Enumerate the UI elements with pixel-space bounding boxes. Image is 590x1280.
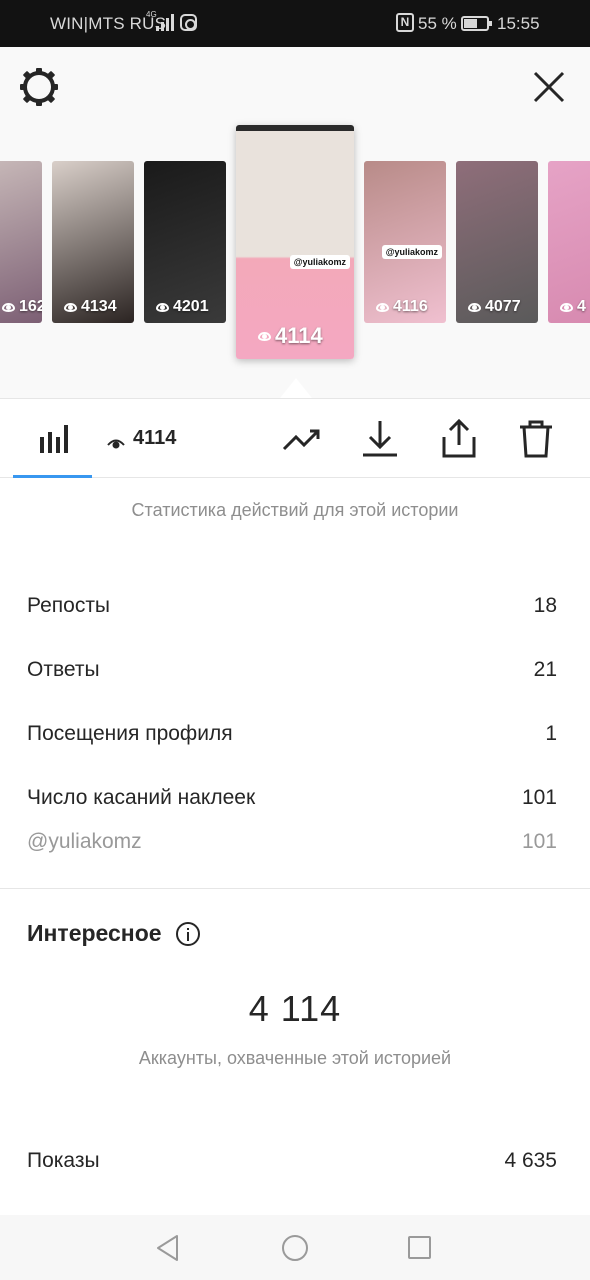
system-navigation-bar bbox=[0, 1215, 590, 1280]
reach-label: Аккаунты, охваченные этой историей bbox=[138, 1048, 452, 1068]
story-view-count: 4116 bbox=[376, 298, 428, 316]
stats-subtitle: Статистика действий для этой истории bbox=[131, 500, 459, 520]
info-icon[interactable] bbox=[175, 921, 200, 946]
story-thumbnail-selected[interactable]: @yuliakomz 4114 bbox=[236, 125, 354, 359]
eye-icon bbox=[258, 331, 271, 341]
nfc-icon: N bbox=[396, 13, 414, 32]
story-thumbnail[interactable]: 162 bbox=[0, 161, 42, 323]
story-thumbnails-carousel[interactable]: 162 4134 4201 @yuliakomz 4114 @yuliakomz 4116 4… bbox=[0, 47, 590, 398]
eye-icon bbox=[468, 302, 481, 312]
view-count-number: 4114 bbox=[275, 323, 323, 348]
viewers-button[interactable]: 4114 bbox=[107, 427, 176, 450]
share-icon[interactable] bbox=[440, 418, 478, 464]
story-view-count: 4077 bbox=[468, 298, 521, 316]
view-count-number: 4077 bbox=[485, 298, 521, 315]
eye-icon bbox=[2, 302, 15, 312]
view-count-number: 4134 bbox=[81, 298, 117, 315]
instagram-notification-icon bbox=[180, 14, 197, 31]
view-count-number: 4116 bbox=[393, 298, 428, 315]
stat-value: 18 bbox=[533, 594, 557, 617]
stat-row-reposts: Репосты 18 bbox=[27, 594, 557, 658]
stat-value: 101 bbox=[521, 786, 557, 809]
story-thumbnail[interactable]: @yuliakomz 4116 bbox=[364, 161, 446, 323]
stat-value: 21 bbox=[533, 658, 557, 681]
stat-label: Ответы bbox=[27, 658, 100, 681]
story-thumbnail[interactable]: 4 bbox=[548, 161, 590, 323]
story-view-count: 162 bbox=[2, 298, 42, 316]
section-divider bbox=[0, 888, 590, 889]
impressions-label: Показы bbox=[27, 1149, 100, 1172]
view-count-number: 4 bbox=[577, 298, 586, 315]
battery-icon bbox=[461, 16, 492, 31]
actions-stats-list: Репосты 18 Ответы 21 Посещения профиля 1… bbox=[27, 594, 557, 880]
eye-icon bbox=[156, 302, 169, 312]
stat-label: @yuliakomz bbox=[27, 830, 142, 853]
stat-value: 1 bbox=[545, 722, 557, 745]
stat-label: Посещения профиля bbox=[27, 722, 233, 745]
eye-icon bbox=[560, 302, 573, 312]
active-tab-indicator bbox=[13, 475, 92, 478]
recent-apps-square-icon[interactable] bbox=[408, 1236, 431, 1259]
reach-count: 4 114 bbox=[248, 988, 342, 1029]
eye-icon bbox=[376, 302, 389, 312]
stat-row-mention-sticker: @yuliakomz 101 bbox=[27, 830, 557, 880]
home-circle-icon[interactable] bbox=[282, 1235, 308, 1261]
impressions-row: Показы 4 635 bbox=[27, 1149, 557, 1173]
story-thumbnail[interactable]: 4077 bbox=[456, 161, 538, 323]
story-view-count: 4201 bbox=[156, 298, 209, 316]
stat-label: Репосты bbox=[27, 594, 111, 617]
interesting-title: Интересное bbox=[27, 920, 162, 946]
stat-label: Число касаний наклеек bbox=[27, 786, 256, 809]
eye-icon bbox=[107, 433, 125, 448]
stat-row-sticker-taps: Число касаний наклеек 101 bbox=[27, 786, 557, 830]
story-thumbnail[interactable]: 4134 bbox=[52, 161, 134, 323]
eye-icon bbox=[64, 302, 77, 312]
impressions-value: 4 635 bbox=[504, 1149, 557, 1172]
stories-header: 162 4134 4201 @yuliakomz 4114 @yuliakomz 4116 4… bbox=[0, 47, 590, 398]
views-count: 4114 bbox=[133, 427, 177, 449]
story-view-count: 4 bbox=[560, 298, 586, 316]
stat-value: 101 bbox=[521, 830, 557, 853]
view-count-number: 4201 bbox=[173, 298, 209, 315]
story-view-count: 4114 bbox=[258, 323, 323, 349]
back-triangle-icon[interactable] bbox=[155, 1234, 181, 1267]
view-count-number: 162 bbox=[19, 298, 42, 315]
status-bar: WIN|MTS RUS 4G N 55 % 15:55 bbox=[0, 0, 590, 47]
insights-chart-icon[interactable] bbox=[38, 423, 68, 458]
story-view-count: 4134 bbox=[64, 298, 117, 316]
interesting-section-header: Интересное bbox=[27, 920, 200, 947]
delete-trash-icon[interactable] bbox=[518, 419, 554, 464]
story-thumbnail[interactable]: 4201 bbox=[144, 161, 226, 323]
stat-row-profile-visits: Посещения профиля 1 bbox=[27, 722, 557, 786]
signal-icon bbox=[156, 14, 174, 31]
promote-trend-icon[interactable] bbox=[282, 419, 322, 464]
clock: 15:55 bbox=[497, 14, 540, 33]
selected-story-pointer bbox=[280, 378, 312, 398]
mention-sticker: @yuliakomz bbox=[381, 245, 442, 259]
story-toolbar: 4114 bbox=[0, 398, 590, 478]
stat-row-replies: Ответы 21 bbox=[27, 658, 557, 722]
download-icon[interactable] bbox=[361, 419, 399, 464]
battery-percent: 55 % bbox=[418, 14, 457, 33]
mention-sticker: @yuliakomz bbox=[289, 255, 350, 269]
